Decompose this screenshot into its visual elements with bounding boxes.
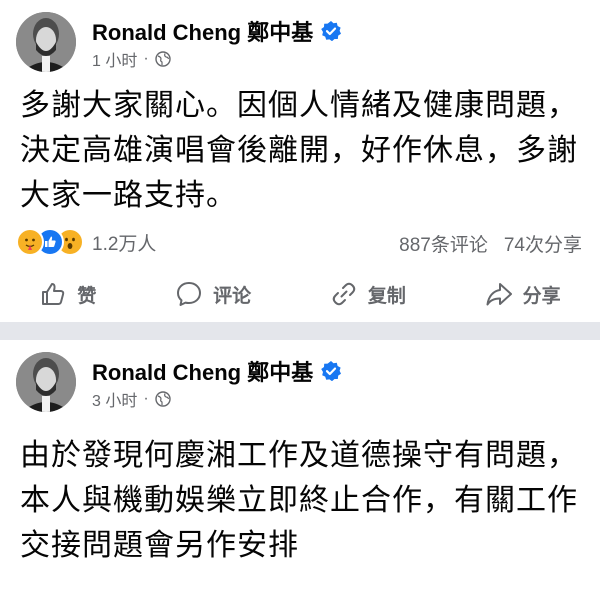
author-name[interactable]: Ronald Cheng 鄭中基 [92, 356, 342, 386]
copy-label: 复制 [367, 285, 406, 307]
share-label: 分享 [522, 285, 561, 307]
comment-bubble-icon [177, 282, 202, 306]
share-count[interactable]: 74次分享 [504, 230, 582, 257]
post-time[interactable]: 3 小时 [92, 387, 137, 411]
post-text: 多謝大家關心。因個人情緒及健康問題，決定高雄演唱會後離開，好作休息，多謝大家一路… [20, 88, 578, 213]
post-text: 由於發現何慶湘工作及道德操守有問題，本人與機動娛樂立即終止合作，有關工作交接問題… [20, 438, 578, 563]
comment-label: 评论 [213, 285, 252, 307]
author-name-text: Ronald Cheng 鄭中基 [92, 20, 314, 45]
comment-count[interactable]: 887条评论 [399, 230, 488, 257]
post-meta: 3 小时 · [92, 388, 171, 410]
globe-icon [154, 391, 171, 407]
avatar[interactable] [16, 12, 76, 72]
author-name-text: Ronald Cheng 鄭中基 [92, 360, 314, 385]
comment-button[interactable]: 评论 [165, 274, 261, 314]
post-card: Ronald Cheng 鄭中基 1 小时 · 多謝大家關心。因個人情緒及健康問… [0, 0, 600, 322]
thumbs-up-icon [42, 283, 65, 305]
globe-icon [154, 51, 171, 67]
post-card: Ronald Cheng 鄭中基 3 小时 · 由於發現何慶湘工作及道德操守有問… [0, 340, 600, 589]
post-stats: 1.2万人 887条评论 74次分享 [16, 226, 582, 256]
avatar[interactable] [16, 352, 76, 412]
copy-button[interactable]: 复制 [320, 274, 416, 314]
post-actions: 赞 评论 复制 分享 [0, 270, 600, 318]
like-button[interactable]: 赞 [29, 274, 106, 314]
engagement-counts: 887条评论 74次分享 [399, 230, 582, 257]
post-divider [0, 322, 600, 340]
separator-dot: · [143, 50, 149, 67]
post-meta: 1 小时 · [92, 48, 171, 70]
share-arrow-icon [486, 283, 512, 306]
copy-link-icon [332, 282, 356, 306]
verified-badge-icon [321, 361, 342, 381]
share-button[interactable]: 分享 [475, 274, 571, 314]
post-time[interactable]: 1 小时 [92, 47, 137, 71]
like-label: 赞 [77, 285, 97, 307]
author-name[interactable]: Ronald Cheng 鄭中基 [92, 16, 342, 46]
verified-badge-icon [321, 21, 342, 41]
separator-dot: · [143, 390, 149, 407]
care-reaction-icon [16, 228, 44, 256]
reaction-count: 1.2万人 [92, 233, 157, 255]
reaction-summary[interactable]: 1.2万人 [16, 228, 156, 256]
